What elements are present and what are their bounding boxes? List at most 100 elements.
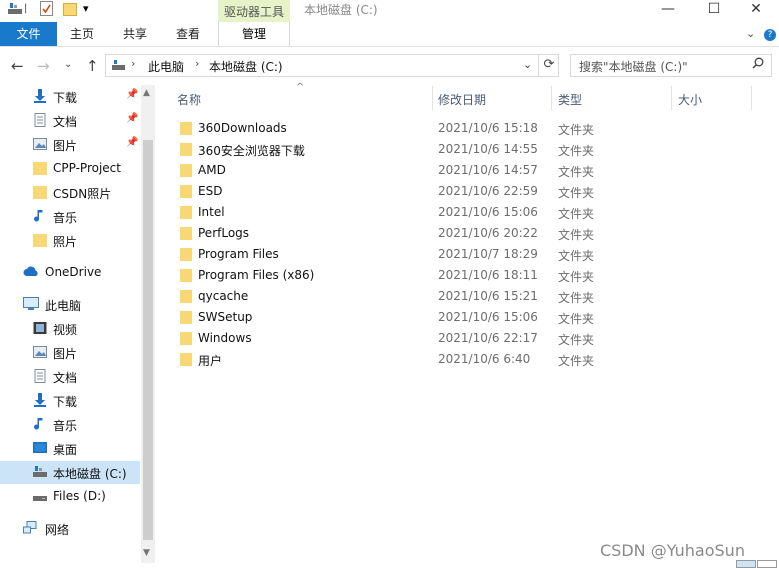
nav-item-onedrive[interactable]: OneDrive xyxy=(0,261,140,284)
nav-item-cpp-project[interactable]: CPP-Project xyxy=(0,157,140,180)
file-row[interactable]: AMD 2021/10/6 14:57 文件夹 xyxy=(168,160,728,181)
file-type: 文件夹 xyxy=(558,207,595,221)
file-date: 2021/10/7 18:29 xyxy=(438,247,538,261)
file-row[interactable]: 用户 2021/10/6 6:40 文件夹 xyxy=(168,349,728,370)
pin-icon[interactable]: 📌 xyxy=(126,89,138,100)
column-divider[interactable] xyxy=(432,86,433,110)
column-divider[interactable] xyxy=(671,86,672,110)
up-arrow-icon[interactable]: ↑ xyxy=(86,57,99,75)
file-row[interactable]: Program Files (x86) 2021/10/6 18:11 文件夹 xyxy=(168,265,728,286)
file-date: 2021/10/6 22:17 xyxy=(438,331,538,345)
column-header-type[interactable]: 类型 xyxy=(558,91,582,108)
nav-item-desktop[interactable]: 桌面 xyxy=(0,437,140,460)
recent-locations-chevron-icon[interactable]: ⌄ xyxy=(64,59,72,70)
folder-icon xyxy=(33,162,47,175)
scroll-down-arrow-icon[interactable]: ▼ xyxy=(143,548,150,558)
column-header-size[interactable]: 大小 xyxy=(678,91,702,108)
close-button[interactable]: ✕ xyxy=(733,0,779,22)
large-icons-view-button[interactable] xyxy=(757,560,777,568)
tab-manage[interactable]: 管理 xyxy=(218,22,290,46)
drive-icon[interactable] xyxy=(8,3,22,15)
pin-icon[interactable]: 📌 xyxy=(126,113,138,124)
file-name: 用户 xyxy=(198,354,223,368)
nav-item-csdn-photos[interactable]: CSDN照片 xyxy=(0,181,140,204)
nav-item-files-d[interactable]: Files (D:) xyxy=(0,485,140,508)
file-row[interactable]: ESD 2021/10/6 22:59 文件夹 xyxy=(168,181,728,202)
file-date: 2021/10/6 20:22 xyxy=(438,226,538,240)
column-divider[interactable] xyxy=(551,86,552,110)
document-icon xyxy=(34,113,46,127)
breadcrumb-chevron-icon[interactable]: › xyxy=(131,57,135,70)
nav-item-videos[interactable]: 视频 xyxy=(0,317,140,340)
nav-item-this-pc[interactable]: 此电脑 xyxy=(0,293,140,316)
file-date: 2021/10/6 18:11 xyxy=(438,268,538,282)
nav-item-local-disk-c[interactable]: 本地磁盘 (C:) xyxy=(0,461,140,484)
file-row[interactable]: SWSetup 2021/10/6 15:06 文件夹 xyxy=(168,307,728,328)
nav-item-music[interactable]: 音乐 xyxy=(0,205,140,228)
scrollbar-thumb[interactable] xyxy=(143,140,153,540)
minimize-button[interactable]: — xyxy=(645,0,691,22)
file-name: ESD xyxy=(198,184,223,198)
breadcrumb-this-pc[interactable]: 此电脑 xyxy=(148,58,184,75)
tab-share[interactable]: 共享 xyxy=(115,22,155,46)
file-row[interactable]: Windows 2021/10/6 22:17 文件夹 xyxy=(168,328,728,349)
file-row[interactable]: Program Files 2021/10/7 18:29 文件夹 xyxy=(168,244,728,265)
folder-icon xyxy=(33,234,47,247)
file-date: 2021/10/6 15:21 xyxy=(438,289,538,303)
nav-item-music-pc[interactable]: 音乐 xyxy=(0,413,140,436)
tab-file[interactable]: 文件 xyxy=(0,22,57,46)
file-row[interactable]: 360Downloads 2021/10/6 15:18 文件夹 xyxy=(168,118,728,139)
nav-item-network[interactable]: 网络 xyxy=(0,517,140,540)
maximize-button[interactable]: ☐ xyxy=(691,0,737,22)
nav-item-pictures[interactable]: 图片 📌 xyxy=(0,133,140,156)
column-header-date[interactable]: 修改日期 xyxy=(438,91,486,108)
file-row[interactable]: 360安全浏览器下载 2021/10/6 14:55 文件夹 xyxy=(168,139,728,160)
file-date: 2021/10/6 15:18 xyxy=(438,121,538,135)
tab-home[interactable]: 主页 xyxy=(62,22,102,46)
file-date: 2021/10/6 15:06 xyxy=(438,310,538,324)
file-row[interactable]: Intel 2021/10/6 15:06 文件夹 xyxy=(168,202,728,223)
scroll-up-arrow-icon[interactable]: ▲ xyxy=(143,88,150,98)
column-divider[interactable] xyxy=(751,86,752,110)
nav-item-downloads-pc[interactable]: 下载 xyxy=(0,389,140,412)
folder-icon xyxy=(180,143,192,156)
file-type: 文件夹 xyxy=(558,144,595,158)
search-icon[interactable] xyxy=(752,57,764,69)
new-folder-icon[interactable] xyxy=(63,3,77,16)
nav-item-label: 图片 xyxy=(53,139,78,153)
address-history-dropdown-icon[interactable]: ⌄ xyxy=(523,58,532,71)
details-view-button[interactable] xyxy=(736,560,756,568)
folder-icon xyxy=(180,248,192,261)
file-type: 文件夹 xyxy=(558,354,595,368)
nav-item-documents[interactable]: 文档 📌 xyxy=(0,109,140,132)
nav-item-pictures-pc[interactable]: 图片 xyxy=(0,341,140,364)
customize-toolbar-dropdown-icon[interactable]: ▾ xyxy=(83,2,89,15)
breadcrumb-local-disk[interactable]: 本地磁盘 (C:) xyxy=(209,58,283,75)
back-arrow-icon[interactable]: ← xyxy=(11,57,24,75)
column-header-name[interactable]: 名称 xyxy=(177,91,201,108)
help-icon[interactable]: ? xyxy=(764,29,776,41)
music-note-icon xyxy=(34,418,43,430)
pin-icon[interactable]: 📌 xyxy=(126,137,138,148)
nav-item-photos[interactable]: 照片 xyxy=(0,229,140,252)
refresh-button[interactable]: ⟳ xyxy=(538,54,559,77)
quick-access-divider-icon: | xyxy=(24,3,28,14)
nav-item-label: 此电脑 xyxy=(45,299,82,313)
file-name: AMD xyxy=(198,163,226,177)
download-arrow-icon xyxy=(34,89,46,103)
breadcrumb-chevron-icon[interactable]: › xyxy=(195,57,199,70)
expand-ribbon-icon[interactable]: ⌄ xyxy=(746,27,755,40)
forward-arrow-icon[interactable]: → xyxy=(37,57,50,75)
properties-icon[interactable] xyxy=(40,1,53,16)
nav-item-documents-pc[interactable]: 文档 xyxy=(0,365,140,388)
tab-view[interactable]: 查看 xyxy=(168,22,208,46)
nav-item-downloads[interactable]: 下载 📌 xyxy=(0,85,140,108)
music-note-icon xyxy=(34,210,43,222)
file-type: 文件夹 xyxy=(558,228,595,242)
file-row[interactable]: PerfLogs 2021/10/6 20:22 文件夹 xyxy=(168,223,728,244)
file-row[interactable]: qycache 2021/10/6 15:21 文件夹 xyxy=(168,286,728,307)
window-title: 本地磁盘 (C:) xyxy=(304,3,378,17)
nav-item-label: 图片 xyxy=(53,347,78,361)
computer-icon xyxy=(23,297,39,310)
download-arrow-icon xyxy=(34,393,46,407)
